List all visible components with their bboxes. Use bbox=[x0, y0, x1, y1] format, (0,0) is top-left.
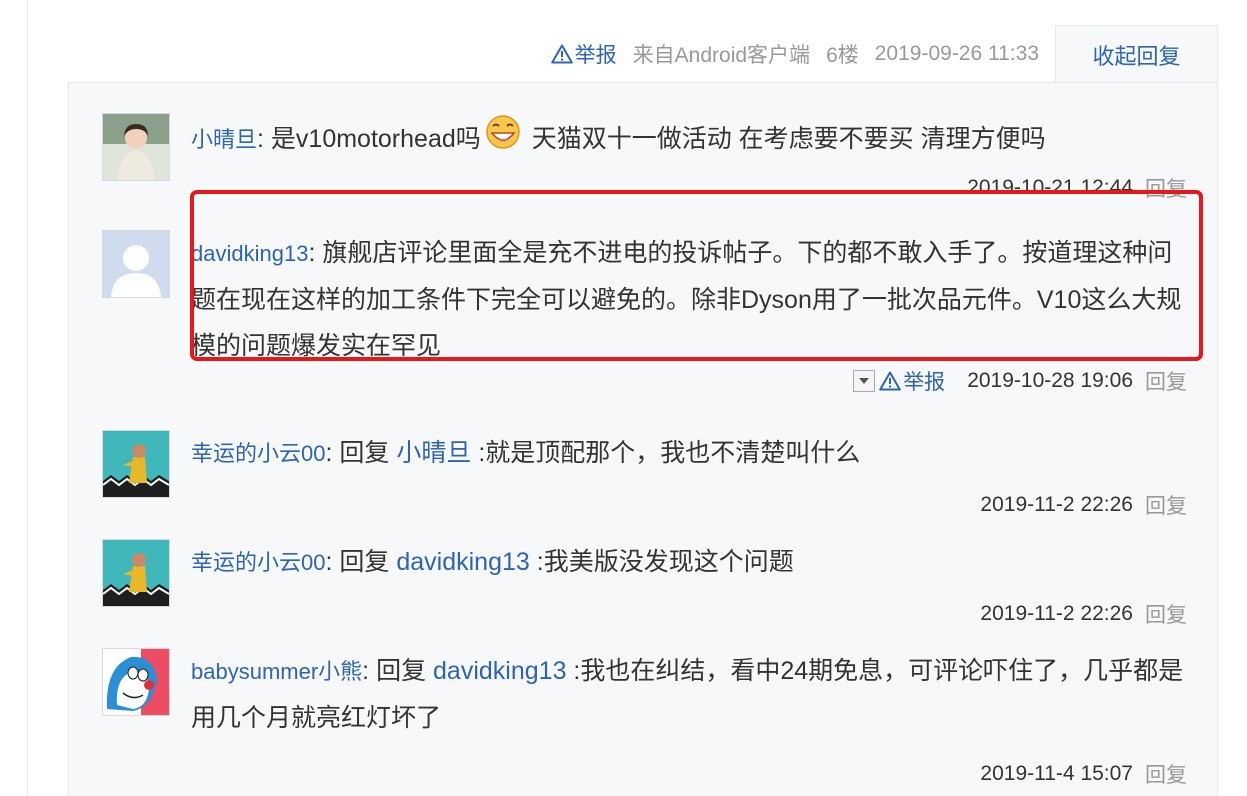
post-meta: 举报 来自Android客户端 6楼 2019-09-26 11:33 bbox=[550, 34, 1039, 74]
name-colon: : bbox=[362, 657, 377, 685]
reply-button[interactable]: 回复 bbox=[1145, 759, 1187, 789]
reply-username[interactable]: 幸运的小云00 bbox=[191, 550, 325, 575]
reply-content: 小晴旦: 是v10motorhead吗 天猫双十一做活动 在考虑要不要买 清理方… bbox=[191, 113, 1186, 164]
reply-button[interactable]: 回复 bbox=[1145, 599, 1187, 629]
reply-content: 幸运的小云00: 回复 davidking13 :我美版没发现这个问题 bbox=[191, 539, 1186, 586]
reply-prefix: 回复 bbox=[376, 657, 427, 685]
warning-triangle-icon bbox=[879, 371, 901, 391]
reply-text: :就是顶配那个，我也不清楚叫什么 bbox=[478, 439, 861, 467]
dropdown-arrow-icon[interactable] bbox=[853, 370, 876, 392]
reply-item: babysummer小熊: 回复 davidking13 :我也在纠结，看中24… bbox=[102, 648, 1187, 788]
reply-time: 2019-11-4 15:07 bbox=[980, 762, 1133, 785]
reply-button[interactable]: 回复 bbox=[1145, 366, 1187, 396]
name-colon: : bbox=[325, 439, 340, 467]
post-source: 来自Android客户端 bbox=[632, 44, 811, 67]
reply-username[interactable]: babysummer小熊 bbox=[191, 659, 362, 684]
name-colon: : bbox=[257, 125, 271, 153]
reply-content: babysummer小熊: 回复 davidking13 :我也在纠结，看中24… bbox=[191, 648, 1186, 741]
post-time: 2019-09-26 11:33 bbox=[874, 42, 1039, 65]
reply-time: 2019-10-28 19:06 bbox=[967, 369, 1133, 392]
avatar[interactable] bbox=[102, 648, 170, 716]
name-colon: : bbox=[325, 548, 340, 576]
referenced-username[interactable]: 小晴旦 bbox=[396, 439, 471, 467]
referenced-username[interactable]: davidking13 bbox=[396, 548, 529, 576]
left-divider bbox=[27, 0, 28, 796]
report-label: 举报 bbox=[903, 371, 946, 394]
reply-item: 幸运的小云00: 回复 小晴旦 :就是顶配那个，我也不清楚叫什么 2019-11… bbox=[102, 430, 1187, 520]
report-label: 举报 bbox=[574, 44, 617, 67]
reply-text: :我美版没发现这个问题 bbox=[536, 548, 794, 576]
reply-meta: 2019-11-4 15:07 回复 bbox=[980, 759, 1187, 789]
avatar[interactable] bbox=[102, 430, 170, 498]
reply-username[interactable]: 幸运的小云00 bbox=[191, 441, 325, 466]
report-link[interactable]: 举报 bbox=[879, 366, 945, 396]
reply-time: 2019-11-2 22:26 bbox=[980, 602, 1133, 625]
avatar[interactable] bbox=[102, 113, 170, 181]
reply-prefix: 回复 bbox=[339, 439, 390, 467]
reply-meta: 2019-11-2 22:26 回复 bbox=[980, 599, 1187, 629]
reply-time: 2019-11-2 22:26 bbox=[980, 493, 1133, 516]
reply-username[interactable]: 小晴旦 bbox=[191, 127, 257, 152]
collapse-replies-button[interactable]: 收起回复 bbox=[1055, 25, 1218, 83]
report-link[interactable]: 举报 bbox=[550, 39, 617, 69]
avatar[interactable] bbox=[102, 539, 170, 607]
avatar[interactable] bbox=[102, 230, 170, 298]
grinning-face-icon bbox=[483, 113, 523, 164]
reply-button[interactable]: 回复 bbox=[1145, 490, 1187, 520]
post-floor: 6楼 bbox=[826, 44, 859, 67]
reply-content: 幸运的小云00: 回复 小晴旦 :就是顶配那个，我也不清楚叫什么 bbox=[191, 430, 1186, 477]
reply-meta: 2019-11-2 22:26 回复 bbox=[980, 490, 1187, 520]
reply-text-continued: 天猫双十一做活动 在考虑要不要买 清理方便吗 bbox=[524, 125, 1046, 153]
reply-text: 是v10motorhead吗 bbox=[270, 125, 481, 153]
referenced-username[interactable]: davidking13 bbox=[433, 657, 566, 685]
reply-meta: 举报 2019-10-28 19:06 回复 bbox=[853, 366, 1187, 396]
highlight-annotation-box bbox=[190, 190, 1203, 361]
reply-prefix: 回复 bbox=[339, 548, 390, 576]
warning-triangle-icon bbox=[550, 44, 573, 64]
collapse-replies-label: 收起回复 bbox=[1092, 43, 1181, 69]
reply-item: 幸运的小云00: 回复 davidking13 :我美版没发现这个问题 2019… bbox=[102, 539, 1187, 629]
